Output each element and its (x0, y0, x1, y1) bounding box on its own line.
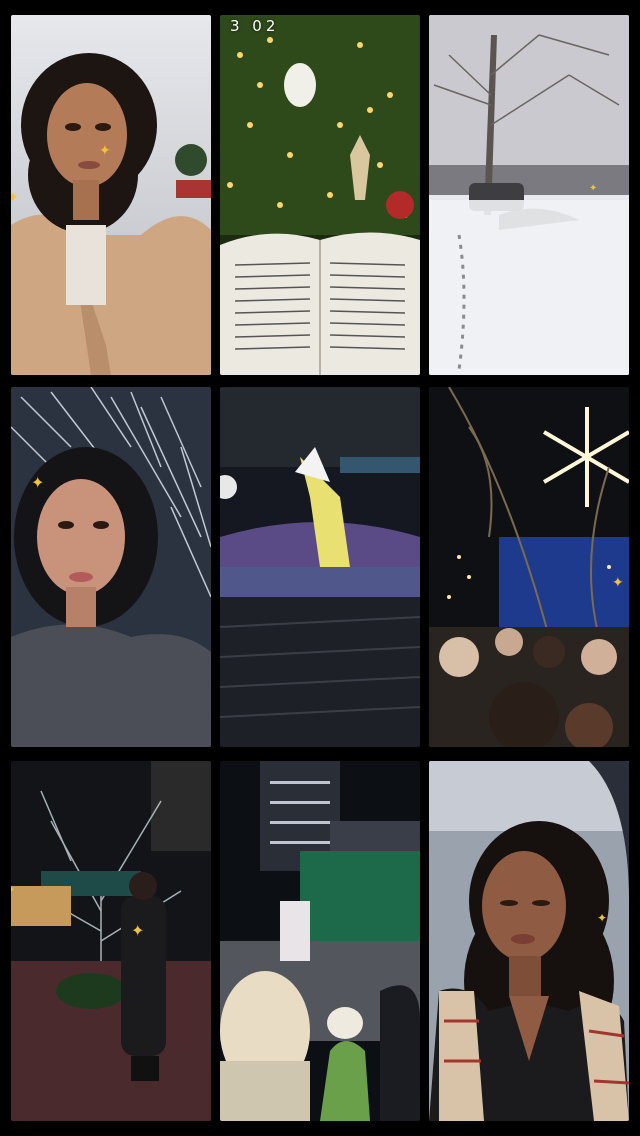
photo-tile-selfie-car-scarf[interactable]: ✦ (429, 761, 629, 1121)
photo-tile-selfie-light-tunnel[interactable]: ✦ (11, 387, 211, 747)
sparkle-icon: ✦ (11, 190, 19, 206)
photo-tile-snowflake-crowd[interactable]: ✦ (429, 387, 629, 747)
stadium-light-show-image (220, 387, 420, 747)
photo-tile-city-street-crowd[interactable] (220, 761, 420, 1121)
snowy-park-image (429, 15, 629, 375)
sparkle-icon: ✦ (589, 183, 598, 194)
timestamp-label: 3 02 (230, 17, 280, 35)
photo-tile-stadium-light-show[interactable] (220, 387, 420, 747)
selfie-light-tunnel-image (11, 387, 211, 747)
sparkle-icon: ✦ (31, 473, 45, 492)
selfie-car-scarf-image (429, 761, 629, 1121)
photo-tile-christmas-tree-book[interactable]: 3 02 (220, 15, 420, 375)
night-tree-lights-image (11, 761, 211, 1121)
photo-tile-night-tree-lights[interactable]: ✦ ✦ (11, 761, 211, 1121)
city-street-crowd-image (220, 761, 420, 1121)
photo-tile-snowy-park[interactable]: ✦ (429, 15, 629, 375)
snowflake-crowd-image (429, 387, 629, 747)
christmas-tree-book-image (220, 15, 420, 375)
selfie-tan-coat-image (11, 15, 211, 375)
sparkle-icon: ✦ (612, 575, 624, 591)
sparkle-icon: ✦ (11, 885, 16, 896)
photo-tile-selfie-tan-coat[interactable]: ✦ ✦ (11, 15, 211, 375)
sparkle-icon: ✦ (131, 921, 145, 940)
sparkle-icon: ✦ (99, 143, 111, 159)
sparkle-icon: ✦ (597, 911, 608, 925)
